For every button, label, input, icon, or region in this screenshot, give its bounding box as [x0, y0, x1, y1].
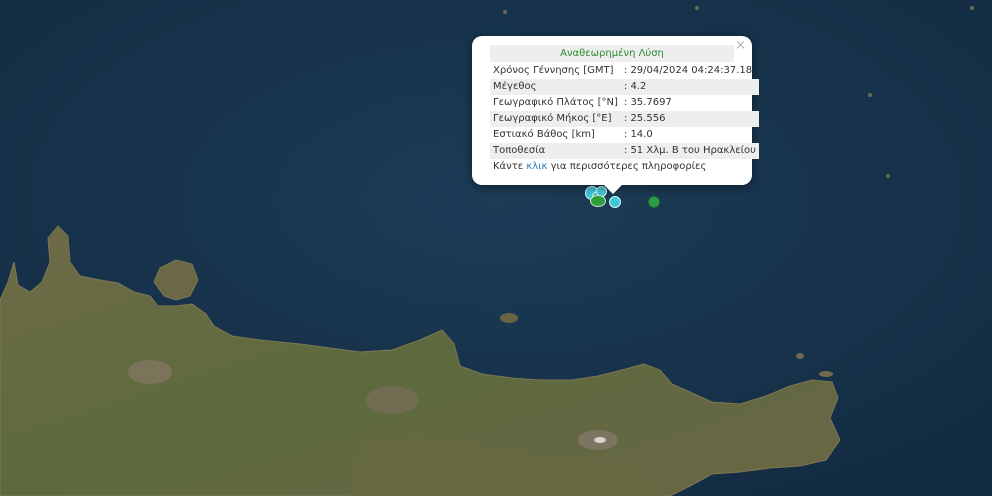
islet-north-3 [868, 93, 872, 97]
row-value: : 4.2 [620, 79, 759, 95]
row-value: : 35.7697 [623, 97, 672, 108]
more-info-link[interactable]: κλικ [526, 161, 547, 172]
row-label: Μέγεθος [490, 79, 621, 95]
dia-island [500, 313, 518, 323]
row-label: Γεωγραφικό Μήκος [°E] [490, 111, 621, 127]
earthquake-details-table: Χρόνος Γέννησης [GMT] : 29/04/2024 04:24:… [490, 63, 759, 159]
more-info-prefix: Κάντε [493, 161, 527, 172]
snow-patch [594, 437, 606, 443]
row-value: : 25.556 [620, 111, 759, 127]
popup-title: Αναθεωρημένη Λύση [490, 45, 734, 62]
earthquake-marker[interactable] [648, 196, 660, 208]
islet-north-1 [503, 10, 507, 14]
table-row: Χρόνος Γέννησης [GMT] : 29/04/2024 04:24:… [490, 63, 759, 79]
mountain-highland-central [366, 386, 418, 414]
islet-east [796, 353, 804, 359]
popup-tail [604, 185, 622, 194]
close-icon[interactable]: × [735, 39, 746, 52]
table-row: Τοποθεσία: 51 Χλμ. Β του Ηρακλείου [490, 143, 759, 159]
table-row: Γεωγραφικό Μήκος [°E]: 25.556 [490, 111, 759, 127]
earthquake-info-popup: × Αναθεωρημένη Λύση Χρόνος Γέννησης [GMT… [472, 36, 759, 194]
mountain-highland-west [128, 360, 172, 384]
row-label: Εστιακό Βάθος [km] [493, 129, 595, 140]
earthquake-marker[interactable] [609, 196, 621, 208]
map-view[interactable]: × Αναθεωρημένη Λύση Χρόνος Γέννησης [GMT… [0, 0, 992, 496]
row-value: : 29/04/2024 04:24:37.18 [623, 65, 753, 76]
more-info-text: Κάντε κλικ για περισσότερες πληροφορίες [490, 159, 734, 174]
earthquake-marker[interactable] [590, 195, 606, 207]
islet-northeast [819, 371, 833, 377]
islet-north-4 [970, 6, 974, 10]
row-label: Τοποθεσία [490, 143, 621, 159]
row-value: : 51 Χλμ. Β του Ηρακλείου [620, 143, 759, 159]
row-label: Γεωγραφικό Πλάτος [°N] [493, 97, 618, 108]
more-info-suffix: για περισσότερες πληροφορίες [547, 161, 707, 172]
table-row: Γεωγραφικό Πλάτος [°N] : 35.7697 [490, 95, 759, 111]
row-label: Χρόνος Γέννησης [GMT] [493, 65, 614, 76]
table-row: Εστιακό Βάθος [km] : 14.0 [490, 127, 759, 143]
row-value: : 14.0 [623, 129, 653, 140]
table-row: Μέγεθος: 4.2 [490, 79, 759, 95]
islet-north-5 [886, 174, 890, 178]
islet-north-2 [695, 6, 699, 10]
